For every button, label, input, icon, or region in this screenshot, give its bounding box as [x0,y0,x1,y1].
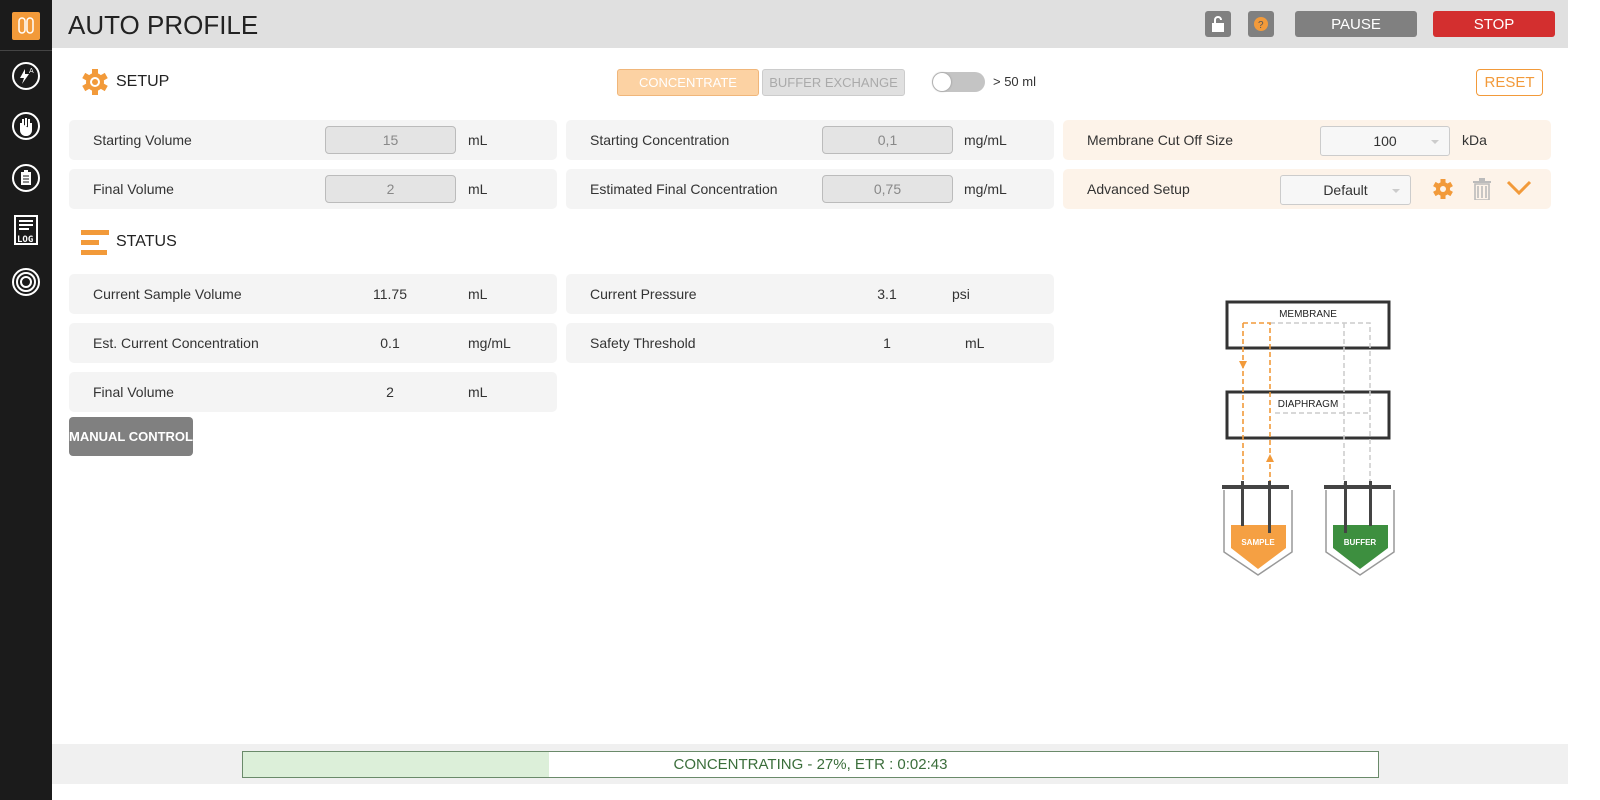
stop-button[interactable]: STOP [1433,11,1555,37]
status-icon [81,230,109,255]
field-value: 0.1 [380,335,400,351]
field-value: 2 [386,384,394,400]
field-label: Current Pressure [590,286,697,302]
auto-flash-icon[interactable]: A [11,61,41,91]
field-label: Final Volume [93,384,174,400]
clipboard-icon[interactable] [11,163,41,193]
field-label: Est. Current Concentration [93,335,259,351]
progress-text: CONCENTRATING - 27%, ETR : 0:02:43 [673,756,948,773]
trash-icon[interactable] [1472,178,1492,200]
arrow-up-icon [1266,454,1274,462]
reset-button[interactable]: RESET [1476,69,1543,96]
est-current-concentration-row: Est. Current Concentration 0.1 mg/mL [69,323,557,363]
membrane-cutoff-row: Membrane Cut Off Size 100 kDa [1063,120,1551,160]
sidebar: A LOG [0,0,52,800]
field-label: Final Volume [93,181,174,197]
starting-concentration-row: Starting Concentration 0,1 mg/mL [566,120,1054,160]
select-value: Default [1323,182,1368,198]
final-volume-input[interactable]: 2 [325,175,456,203]
current-sample-volume-row: Current Sample Volume 11.75 mL [69,274,557,314]
header: AUTO PROFILE ? PAUSE STOP [52,0,1568,48]
unit-label: psi [952,286,970,302]
select-value: 100 [1373,133,1397,149]
app-logo[interactable] [12,12,40,40]
footer: CONCENTRATING - 27%, ETR : 0:02:43 [52,744,1568,784]
progress-bar: CONCENTRATING - 27%, ETR : 0:02:43 [242,751,1379,778]
field-value: 1 [883,335,891,351]
status-title: STATUS [116,233,177,250]
starting-volume-row: Starting Volume 15 mL [69,120,557,160]
manual-control-button[interactable]: MANUAL CONTROL [69,417,193,456]
unit-label: mg/mL [964,132,1007,148]
field-label: Advanced Setup [1087,181,1190,197]
toggle-label: > 50 ml [993,74,1036,89]
hand-icon[interactable] [11,111,41,141]
advanced-setup-select[interactable]: Default [1280,175,1411,205]
settings-gear-icon[interactable] [1432,178,1454,200]
unit-label: kDa [1462,132,1487,148]
field-label: Membrane Cut Off Size [1087,132,1234,148]
unit-label: mL [468,181,488,197]
lifebuoy-icon[interactable] [11,267,41,297]
field-label: Estimated Final Concentration [590,181,778,197]
arrow-down-icon [1239,361,1247,369]
svg-text:?: ? [1258,20,1264,31]
unit-label: mL [965,335,985,351]
mode-buffer-exchange-button[interactable]: BUFFER EXCHANGE [762,69,905,96]
membrane-label: MEMBRANE [1279,309,1337,320]
sample-label: SAMPLE [1241,538,1275,547]
status-final-volume-row: Final Volume 2 mL [69,372,557,412]
starting-concentration-input[interactable]: 0,1 [822,126,953,154]
advanced-setup-row: Advanced Setup Default [1063,169,1551,209]
unit-label: mg/mL [468,335,511,351]
field-value: 3.1 [877,286,897,302]
current-pressure-row: Current Pressure 3.1 psi [566,274,1054,314]
est-final-concentration-input: 0,75 [822,175,953,203]
field-label: Current Sample Volume [93,286,242,302]
gear-icon [82,69,108,95]
svg-text:LOG: LOG [17,235,33,245]
help-icon: ? [1254,17,1268,31]
est-final-concentration-row: Estimated Final Concentration 0,75 mg/mL [566,169,1054,209]
field-label: Starting Concentration [590,132,730,148]
divider [0,50,52,51]
log-icon[interactable]: LOG [11,215,41,245]
unit-label: mL [468,132,488,148]
field-label: Starting Volume [93,132,192,148]
chevron-down-icon[interactable] [1506,180,1532,196]
membrane-cutoff-select[interactable]: 100 [1320,126,1450,156]
diaphragm-label: DIAPHRAGM [1277,399,1339,410]
volume-toggle[interactable] [932,72,985,92]
lock-button[interactable] [1205,11,1231,37]
buffer-label: BUFFER [1343,538,1377,547]
setup-title: SETUP [116,73,170,90]
safety-threshold-row: Safety Threshold 1 mL [566,323,1054,363]
flow-diagram: MEMBRANE DIAPHRAGM SAMPLE BUFFER [1220,295,1400,585]
unlock-icon [1212,16,1224,32]
svg-text:A: A [29,68,34,75]
field-value: 11.75 [373,286,407,302]
unit-label: mg/mL [964,181,1007,197]
caret-down-icon [1392,189,1400,193]
unit-label: mL [468,286,488,302]
pause-button[interactable]: PAUSE [1295,11,1417,37]
starting-volume-input[interactable]: 15 [325,126,456,154]
help-button[interactable]: ? [1248,11,1274,37]
mode-concentrate-button[interactable]: CONCENTRATE [617,69,759,96]
final-volume-row: Final Volume 2 mL [69,169,557,209]
field-label: Safety Threshold [590,335,696,351]
page-title: AUTO PROFILE [68,10,259,40]
caret-down-icon [1431,140,1439,144]
unit-label: mL [468,384,488,400]
